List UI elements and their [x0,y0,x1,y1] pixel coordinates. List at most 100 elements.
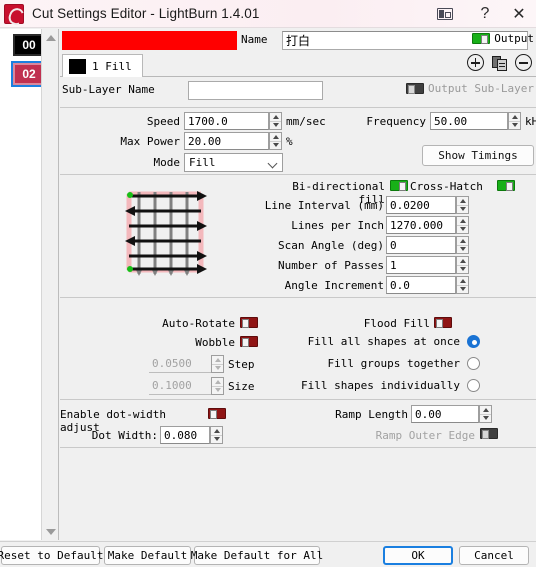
layer-list-scrollbar[interactable] [41,29,58,540]
divider-3 [60,297,536,298]
number-of-passes-spinner[interactable] [456,256,469,274]
help-button[interactable]: ? [468,0,502,28]
frequency-label: Frequency [366,115,426,128]
dialog-footer: Reset to Default Make Default Make Defau… [0,541,536,567]
layer-list-panel: 00 02 [0,29,59,540]
speed-spinner[interactable] [269,112,282,130]
number-of-passes-label: Number of Passes [278,259,384,272]
number-of-passes-input[interactable]: 1 [386,256,456,274]
angle-increment-label: Angle Increment [284,279,384,292]
mode-value: Fill [189,156,216,169]
output-toggle-group[interactable]: Output [472,32,534,45]
fill-mode-option-groups-together[interactable]: Fill groups together [290,357,480,370]
ramp-outer-edge-toggle[interactable] [480,428,498,439]
speed-input[interactable]: 1700.0 [184,112,269,130]
output-toggle[interactable] [472,33,491,44]
ramp-length-label: Ramp Length [335,408,408,421]
speed-unit: mm/sec [286,115,326,128]
sublayer-swatch [69,58,86,74]
layer-color-bar[interactable] [62,31,237,50]
scan-angle-spinner[interactable] [456,236,469,254]
flood-fill-toggle[interactable] [434,317,452,328]
divider-1 [60,107,536,108]
main-content: Name 打白 Output 1 Fill Sub-Layer Name Out… [60,29,536,540]
fill-mode-radio-2[interactable] [467,379,480,392]
ramp-length-spinner[interactable] [479,405,492,423]
max-power-spinner[interactable] [269,132,282,150]
sublayer-name-input[interactable] [188,81,323,100]
bidirectional-fill-toggle[interactable] [390,180,408,191]
output-label: Output [494,32,534,45]
frequency-input[interactable]: 50.00 [430,112,508,130]
divider-5 [60,447,536,448]
scroll-up-arrow-icon[interactable] [42,30,59,45]
add-circle-icon[interactable] [467,54,486,73]
wobble-toggle[interactable] [240,336,258,347]
angle-increment-input[interactable]: 0.0 [386,276,456,294]
max-power-unit: % [286,135,293,148]
wobble-step-input[interactable]: 0.0500 [149,355,211,373]
dot-width-spinner[interactable] [210,426,223,444]
frequency-unit: kHz [525,115,536,128]
line-interval-label: Line Interval (mm) [264,199,384,212]
divider-2 [60,174,536,175]
dock-panel-icon[interactable] [422,0,468,28]
lines-per-inch-input[interactable]: 1270.000 [386,216,456,234]
max-power-input[interactable]: 20.00 [184,132,269,150]
chevron-down-icon [267,158,278,169]
sublayer-toolbar [467,54,534,73]
crosshatch-toggle[interactable] [497,180,515,191]
fill-mode-radio-1[interactable] [467,357,480,370]
output-sublayer-group[interactable]: Output Sub-Layer [406,82,534,95]
cancel-button[interactable]: Cancel [459,546,529,565]
speed-label: Speed [146,115,180,128]
reset-to-default-button[interactable]: Reset to Default [0,546,103,565]
auto-rotate-label: Auto-Rotate [162,317,235,330]
ok-button[interactable]: OK [383,546,453,565]
ramp-length-input[interactable]: 0.00 [411,405,479,423]
mode-select[interactable]: Fill [184,153,283,172]
output-sublayer-label: Output Sub-Layer [428,82,534,95]
title-bar: Cut Settings Editor - LightBurn 1.4.01 ?… [0,0,536,28]
crosshatch-label: Cross-Hatch [410,180,483,193]
sublayer-tab-1-fill[interactable]: 1 Fill [62,54,143,77]
wobble-step-label: Step [228,358,255,371]
angle-increment-spinner[interactable] [456,276,469,294]
mode-label: Mode [153,156,181,169]
make-default-for-all-button[interactable]: Make Default for All [191,546,323,565]
wobble-size-spinner[interactable] [211,377,224,395]
flood-fill-label: Flood Fill [363,317,430,330]
close-button[interactable]: ✕ [502,0,536,28]
fill-mode-option-all-at-once[interactable]: Fill all shapes at once [290,335,480,348]
scroll-down-arrow-icon[interactable] [42,524,59,539]
fill-mode-option-individually[interactable]: Fill shapes individually [290,379,480,392]
wobble-step-spinner[interactable] [211,355,224,373]
max-power-label: Max Power [120,135,180,148]
wobble-size-input[interactable]: 0.1000 [149,377,211,395]
make-default-button[interactable]: Make Default [104,546,191,565]
fill-mode-radio-0[interactable] [467,335,480,348]
scan-angle-input[interactable]: 0 [386,236,456,254]
sublayer-tab-strip: 1 Fill [60,53,536,77]
cut-settings-editor-window: Cut Settings Editor - LightBurn 1.4.01 ?… [0,0,536,567]
auto-rotate-toggle[interactable] [240,317,258,328]
crosshatch-fill-preview [117,184,213,280]
duplicate-icon[interactable] [491,54,510,73]
enable-dot-width-toggle[interactable] [208,408,226,419]
dot-width-input[interactable]: 0.080 [160,426,210,444]
name-label: Name [241,33,268,46]
frequency-spinner[interactable] [508,112,521,130]
fill-mode-label-1: Fill groups together [327,357,460,370]
sublayer-tab-label: 1 Fill [92,59,132,73]
line-interval-spinner[interactable] [456,196,469,214]
fill-mode-label-0: Fill all shapes at once [307,335,460,348]
help-icon: ? [480,4,490,22]
line-interval-input[interactable]: 0.0200 [386,196,456,214]
output-sublayer-toggle[interactable] [406,83,425,94]
ramp-outer-edge-label: Ramp Outer Edge [375,429,475,442]
wobble-label: Wobble [195,336,235,349]
remove-circle-icon[interactable] [515,54,534,73]
dot-width-label: Dot Width: [91,429,158,442]
lines-per-inch-spinner[interactable] [456,216,469,234]
show-timings-button[interactable]: Show Timings [422,145,534,166]
